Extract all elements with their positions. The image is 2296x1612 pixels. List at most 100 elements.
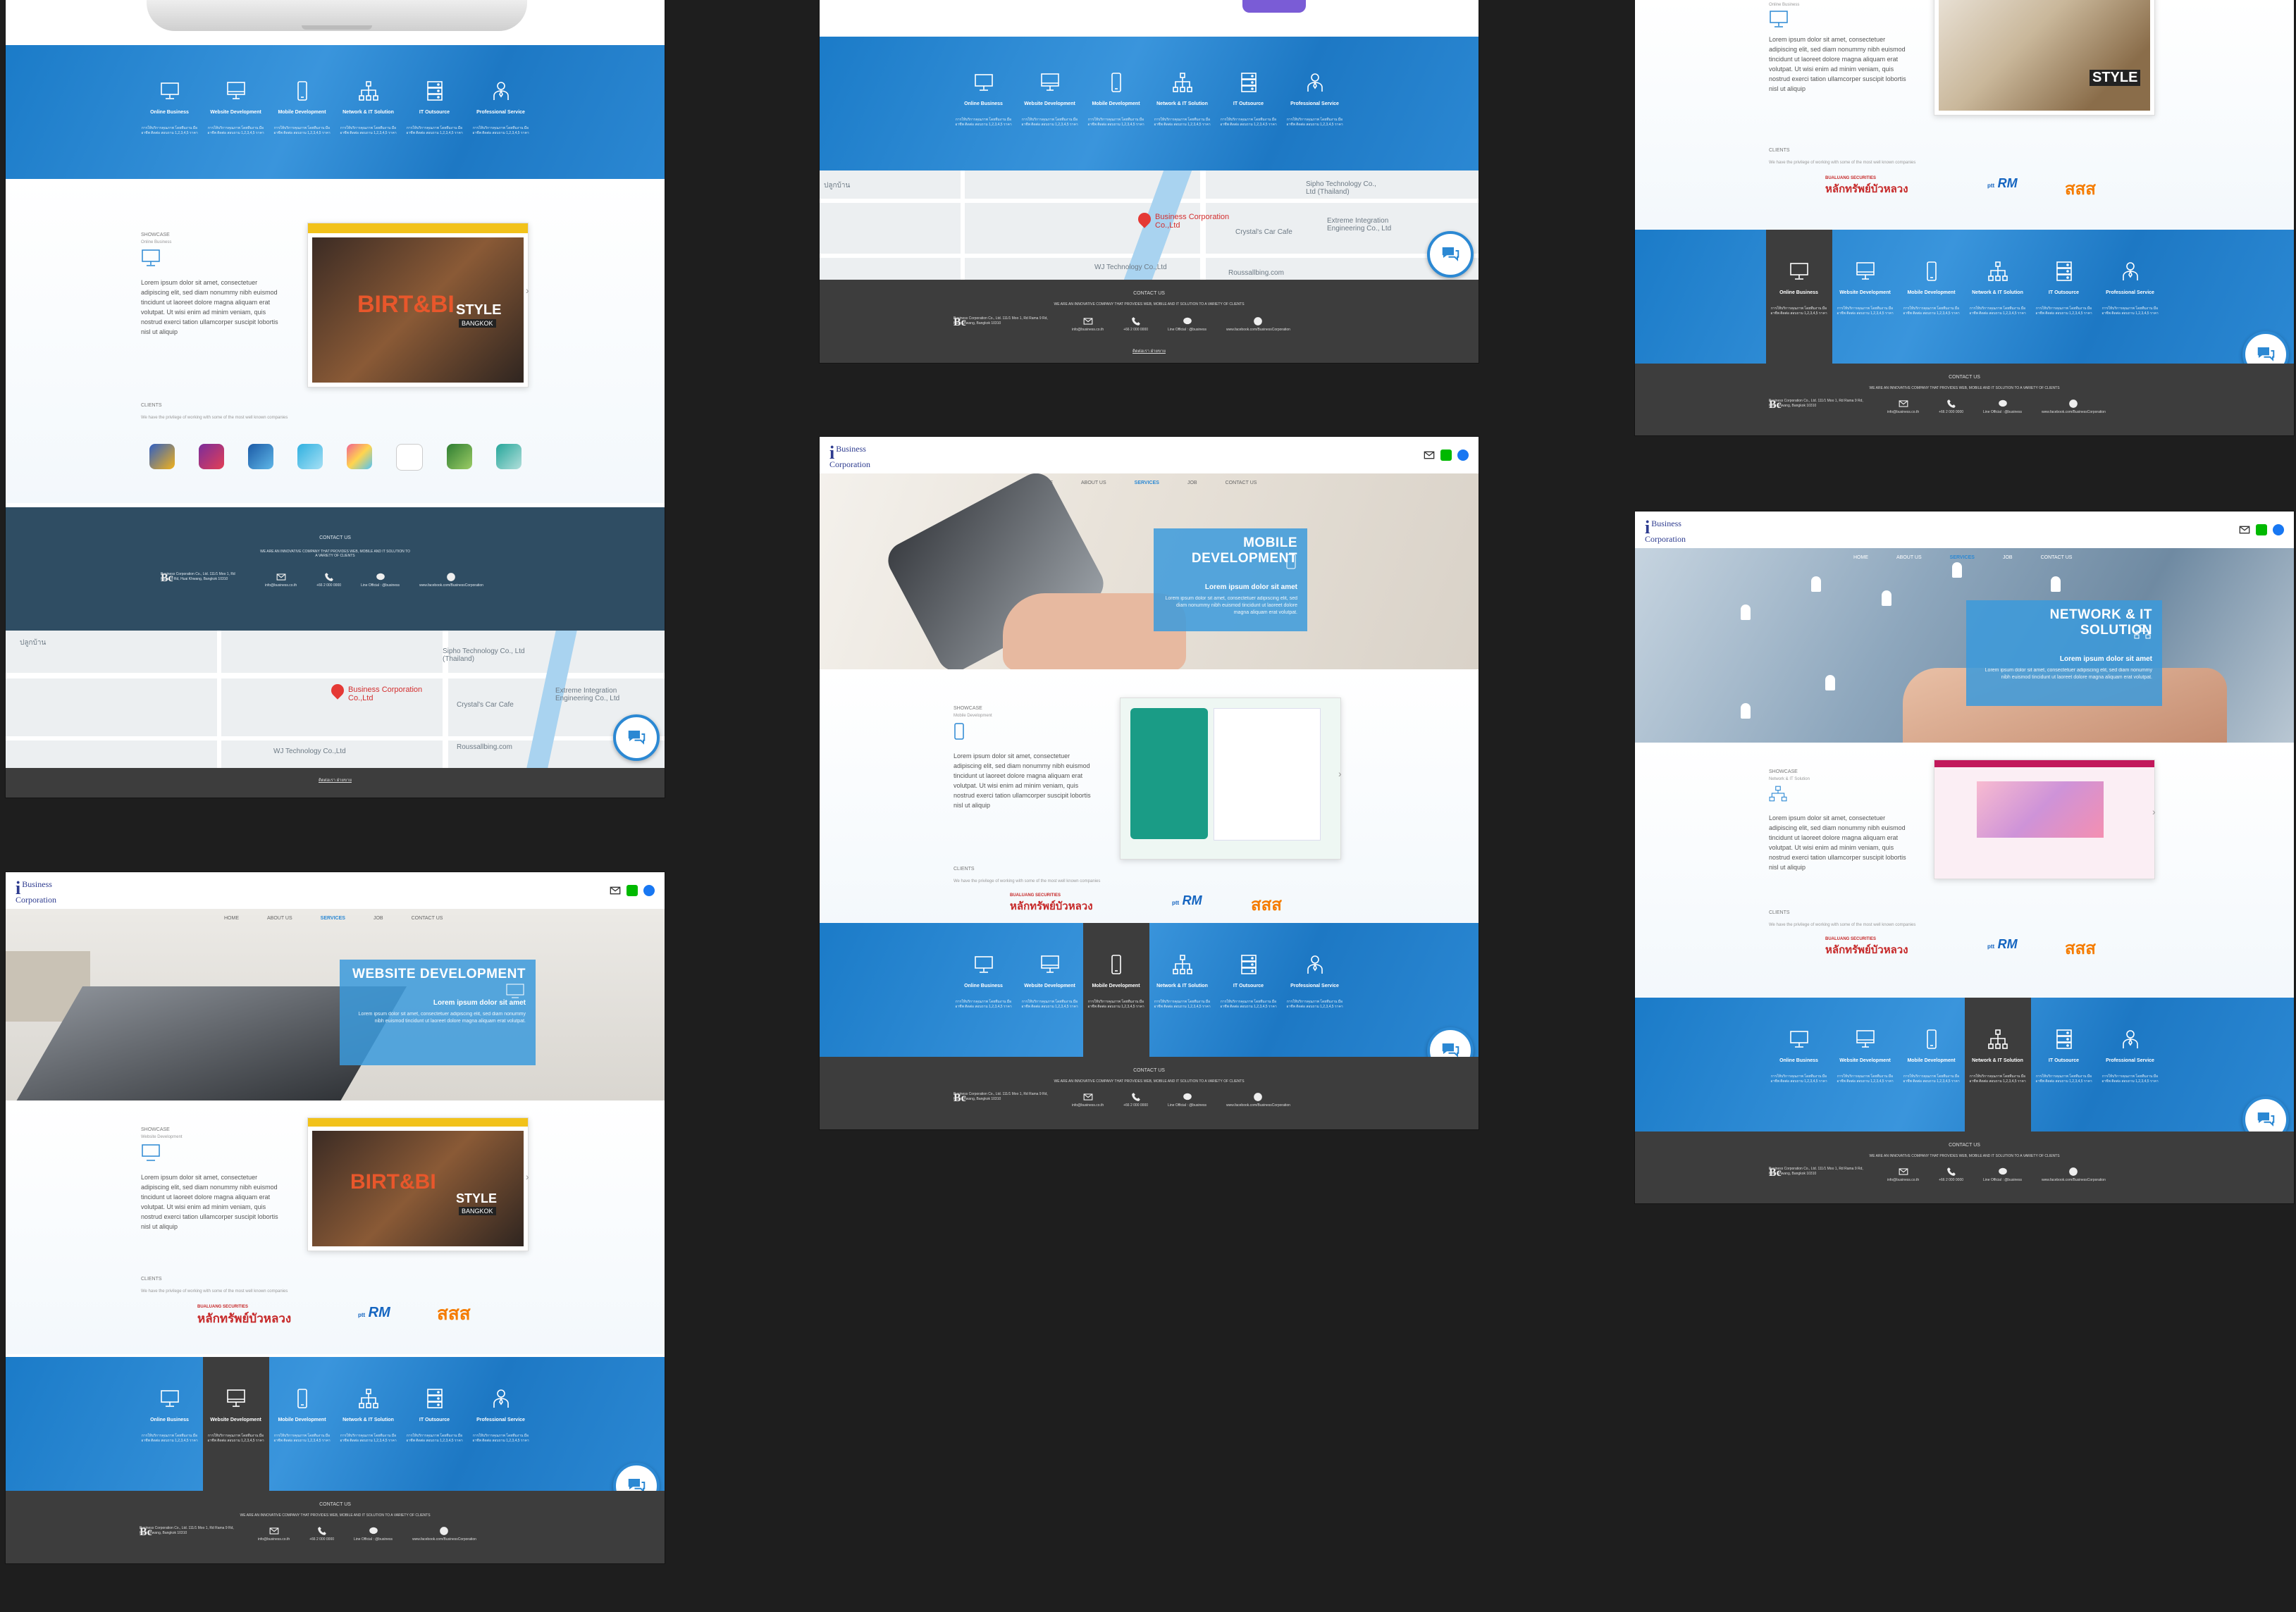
- footer-link[interactable]: ติดต่อเรา ฝ่ายขาย: [820, 347, 1479, 354]
- brand-logo[interactable]: i Business Corporation: [1645, 519, 1686, 544]
- brand-logo[interactable]: i Business Corporation: [829, 444, 870, 469]
- carousel-next-icon[interactable]: ›: [526, 285, 529, 296]
- facebook-link[interactable]: www.facebook.com/BusinessCorporation: [1226, 316, 1290, 332]
- line-link[interactable]: Line Official : @business: [354, 1526, 393, 1542]
- nav-item[interactable]: SERVICES: [321, 916, 345, 921]
- phone-link[interactable]: +66 2 000 0000: [309, 1526, 334, 1542]
- phone-link[interactable]: +66 2 000 0000: [1123, 316, 1148, 332]
- service-item[interactable]: Online Business การให้บริการคุณภาพ โดยทีม…: [1765, 230, 1832, 364]
- service-item[interactable]: Mobile Development การให้บริการคุณภาพ โดย…: [1082, 923, 1149, 1057]
- nav-item[interactable]: ABOUT US: [1081, 480, 1106, 485]
- service-item[interactable]: IT Outsource การให้บริการคุณภาพ โดยทีมงาน…: [2031, 998, 2097, 1132]
- service-item[interactable]: Mobile Development การให้บริการคุณภาพ โดย…: [269, 76, 335, 136]
- line-link[interactable]: Line Official : @business: [1983, 1167, 2022, 1182]
- service-item[interactable]: IT Outsource การให้บริการคุณภาพ โดยทีมงาน…: [1216, 923, 1282, 1057]
- nav-item[interactable]: SERVICES: [1950, 555, 1975, 560]
- nav-item[interactable]: JOB: [2003, 555, 2013, 560]
- email-link[interactable]: info@business.co.th: [1072, 316, 1104, 332]
- email-link[interactable]: info@business.co.th: [265, 572, 297, 588]
- service-item[interactable]: Professional Service การให้บริการคุณภาพ โ…: [2097, 230, 2164, 364]
- service-item[interactable]: Online Business การให้บริการคุณภาพ โดยทีม…: [137, 1357, 203, 1491]
- phone-link[interactable]: +66 2 000 0000: [1939, 399, 1963, 414]
- line-link[interactable]: Line Official : @business: [1168, 316, 1206, 332]
- nav-item[interactable]: CONTACT US: [1226, 480, 1257, 485]
- service-item[interactable]: Website Development การให้บริการคุณภาพ โด…: [1832, 230, 1899, 364]
- facebook-header-icon[interactable]: [1457, 450, 1469, 461]
- line-link[interactable]: Line Official : @business: [361, 572, 400, 588]
- email-link[interactable]: info@business.co.th: [1887, 1167, 1919, 1182]
- service-item[interactable]: Professional Service การให้บริการคุณภาพ โ…: [468, 76, 534, 136]
- facebook-link[interactable]: www.facebook.com/BusinessCorporation: [1226, 1092, 1290, 1108]
- service-item[interactable]: Website Development การให้บริการคุณภาพ โด…: [1832, 998, 1899, 1132]
- nav-item[interactable]: JOB: [1187, 480, 1197, 485]
- facebook-link[interactable]: www.facebook.com/BusinessCorporation: [412, 1526, 476, 1542]
- footer-link[interactable]: ติดต่อเรา ฝ่ายขาย: [6, 776, 665, 783]
- carousel-next-icon[interactable]: ›: [2152, 806, 2156, 817]
- phone-link[interactable]: +66 2 000 0000: [316, 572, 341, 588]
- email-link[interactable]: info@business.co.th: [1887, 399, 1919, 414]
- service-item[interactable]: Mobile Development การให้บริการคุณภาพ โดย…: [1083, 68, 1149, 128]
- service-item[interactable]: IT Outsource การให้บริการคุณภาพ โดยทีมงาน…: [1216, 68, 1282, 128]
- service-item[interactable]: Website Development การให้บริการคุณภาพ โด…: [203, 76, 269, 136]
- line-link[interactable]: Line Official : @business: [1168, 1092, 1206, 1108]
- line-header-icon[interactable]: [1440, 450, 1452, 461]
- service-item[interactable]: Network & IT Solution การให้บริการคุณภาพ …: [1149, 923, 1216, 1057]
- service-item[interactable]: Network & IT Solution การให้บริการคุณภาพ …: [335, 76, 402, 136]
- service-item[interactable]: Mobile Development การให้บริการคุณภาพ โดย…: [1899, 230, 1965, 364]
- service-item[interactable]: Mobile Development การให้บริการคุณภาพ โดย…: [1899, 998, 1965, 1132]
- brand-logo[interactable]: i Business Corporation: [16, 879, 56, 905]
- line-header-icon[interactable]: [2256, 524, 2267, 535]
- chat-button[interactable]: [1427, 231, 1474, 278]
- service-item[interactable]: Network & IT Solution การให้บริการคุณภาพ …: [1965, 230, 2031, 364]
- location-map[interactable]: Business Corporation Co.,Ltd Sipho Techn…: [820, 170, 1479, 280]
- service-item[interactable]: Online Business การให้บริการคุณภาพ โดยทีม…: [951, 68, 1017, 128]
- carousel-next-icon[interactable]: ›: [526, 1171, 529, 1182]
- nav-item[interactable]: HOME: [1853, 555, 1868, 560]
- service-item[interactable]: IT Outsource การให้บริการคุณภาพ โดยทีมงาน…: [2031, 230, 2097, 364]
- nav-item[interactable]: CONTACT US: [412, 916, 443, 921]
- service-item[interactable]: Professional Service การให้บริการคุณภาพ โ…: [1282, 68, 1348, 128]
- email-link[interactable]: info@business.co.th: [258, 1526, 290, 1542]
- facebook-link[interactable]: www.facebook.com/BusinessCorporation: [2042, 399, 2106, 414]
- portfolio-screenshot[interactable]: [1934, 760, 2155, 879]
- facebook-link[interactable]: www.facebook.com/BusinessCorporation: [2042, 1167, 2106, 1182]
- service-item[interactable]: Online Business การให้บริการคุณภาพ โดยทีม…: [1766, 998, 1832, 1132]
- service-item[interactable]: Network & IT Solution การให้บริการคุณภาพ …: [1149, 68, 1216, 128]
- carousel-next-icon[interactable]: ›: [1338, 768, 1342, 779]
- nav-item[interactable]: ABOUT US: [1896, 555, 1922, 560]
- email-link[interactable]: info@business.co.th: [1072, 1092, 1104, 1108]
- service-item[interactable]: Professional Service การให้บริการคุณภาพ โ…: [1282, 923, 1348, 1057]
- facebook-header-icon[interactable]: [2273, 524, 2284, 535]
- service-item[interactable]: Website Development การให้บริการคุณภาพ โด…: [1017, 68, 1083, 128]
- location-map[interactable]: Business Corporation Co.,Ltd Sipho Techn…: [6, 631, 665, 768]
- nav-item[interactable]: HOME: [224, 916, 239, 921]
- line-header-icon[interactable]: [627, 885, 638, 896]
- nav-item[interactable]: JOB: [374, 916, 383, 921]
- service-item[interactable]: Professional Service การให้บริการคุณภาพ โ…: [2097, 998, 2164, 1132]
- service-item[interactable]: IT Outsource การให้บริการคุณภาพ โดยทีมงาน…: [402, 1357, 468, 1491]
- nav-item[interactable]: SERVICES: [1135, 480, 1159, 485]
- service-item[interactable]: Website Development การให้บริการคุณภาพ โด…: [202, 1357, 269, 1491]
- service-item[interactable]: Online Business การให้บริการคุณภาพ โดยทีม…: [137, 76, 203, 136]
- facebook-header-icon[interactable]: [643, 885, 655, 896]
- portfolio-screenshot[interactable]: BIRT&BI STYLE BANGKOK: [307, 223, 529, 388]
- phone-link[interactable]: +66 2 000 0000: [1123, 1092, 1148, 1108]
- service-item[interactable]: Mobile Development การให้บริการคุณภาพ โดย…: [269, 1357, 335, 1491]
- nav-item[interactable]: CONTACT US: [2041, 555, 2073, 560]
- chat-button[interactable]: [613, 714, 660, 761]
- service-item[interactable]: Professional Service การให้บริการคุณภาพ โ…: [468, 1357, 534, 1491]
- service-item[interactable]: IT Outsource การให้บริการคุณภาพ โดยทีมงาน…: [402, 76, 468, 136]
- portfolio-screenshot[interactable]: STYLE: [1934, 0, 2155, 116]
- service-item[interactable]: Network & IT Solution การให้บริการคุณภาพ …: [1964, 998, 2031, 1132]
- email-header-icon[interactable]: [2239, 524, 2250, 535]
- service-item[interactable]: Website Development การให้บริการคุณภาพ โด…: [1017, 923, 1083, 1057]
- line-link[interactable]: Line Official : @business: [1983, 399, 2022, 414]
- portfolio-screenshot[interactable]: BIRT&BI STYLE BANGKOK: [307, 1117, 529, 1251]
- map-pin-icon[interactable]: [328, 681, 347, 700]
- portfolio-screenshot[interactable]: [1120, 698, 1341, 860]
- facebook-link[interactable]: www.facebook.com/BusinessCorporation: [419, 572, 483, 588]
- phone-link[interactable]: +66 2 000 0000: [1939, 1167, 1963, 1182]
- email-header-icon[interactable]: [610, 885, 621, 896]
- service-item[interactable]: Network & IT Solution การให้บริการคุณภาพ …: [335, 1357, 402, 1491]
- service-item[interactable]: Online Business การให้บริการคุณภาพ โดยทีม…: [951, 923, 1017, 1057]
